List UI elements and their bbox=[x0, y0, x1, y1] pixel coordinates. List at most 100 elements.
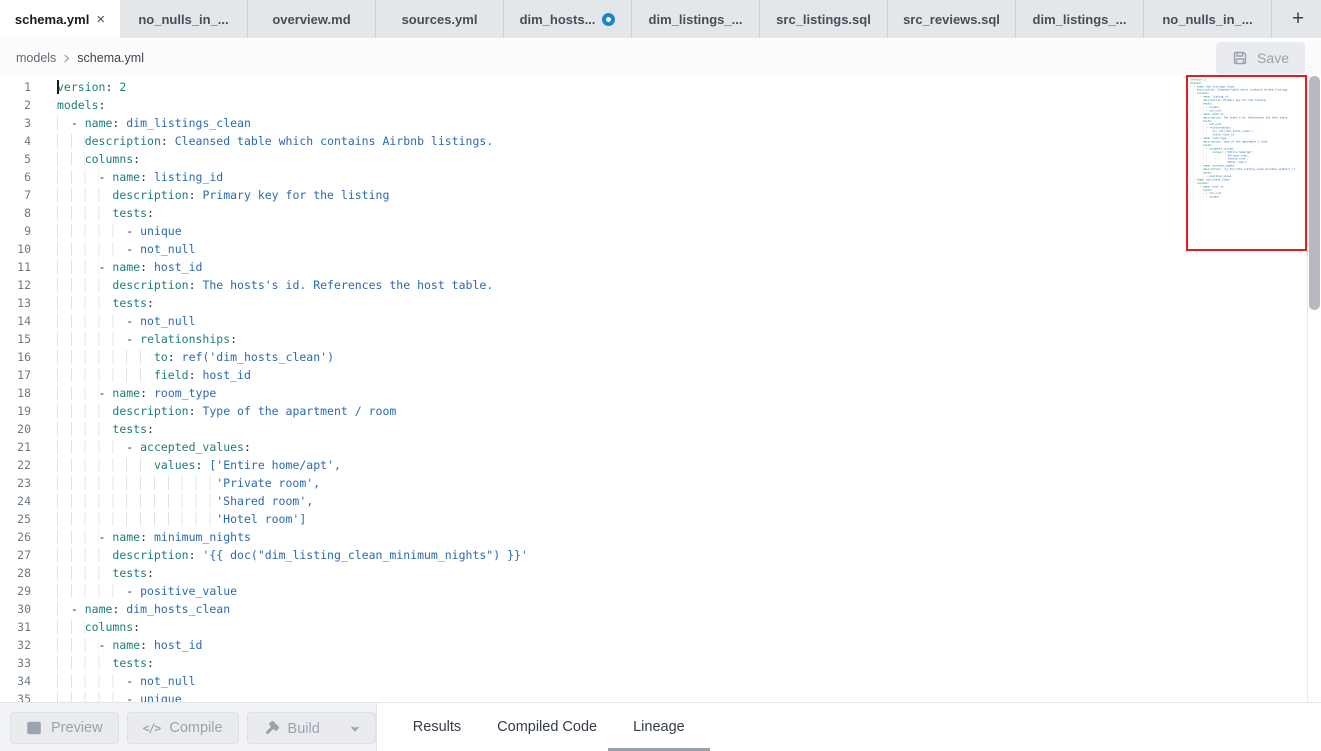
file-tab[interactable]: sources.yml bbox=[376, 0, 504, 38]
line-number: 32 bbox=[0, 636, 48, 654]
chevron-right-icon bbox=[62, 54, 71, 63]
new-tab-button[interactable]: + bbox=[1275, 0, 1321, 38]
line-content: description: The hosts's id. References … bbox=[48, 276, 493, 294]
editor-scrollbar[interactable] bbox=[1307, 75, 1321, 702]
code-line[interactable]: 20 tests: bbox=[0, 420, 1321, 438]
line-number: 3 bbox=[0, 114, 48, 132]
line-number: 1 bbox=[0, 78, 48, 96]
code-line[interactable]: 8 tests: bbox=[0, 204, 1321, 222]
save-label: Save bbox=[1257, 50, 1289, 66]
line-content: 'Hotel room'] bbox=[48, 510, 306, 528]
file-tab[interactable]: dim_listings_... bbox=[1016, 0, 1144, 38]
code-line[interactable]: 25 'Hotel room'] bbox=[0, 510, 1321, 528]
file-tab[interactable]: no_nulls_in_... bbox=[1144, 0, 1272, 38]
minimap-line: - unique bbox=[1191, 195, 1306, 198]
code-line[interactable]: 10 - not_null bbox=[0, 240, 1321, 258]
scrollbar-thumb[interactable] bbox=[1309, 76, 1320, 310]
line-content: tests: bbox=[48, 654, 154, 672]
line-content: - not_null bbox=[48, 240, 196, 258]
code-line[interactable]: 34 - not_null bbox=[0, 672, 1321, 690]
code-line[interactable]: 17 field: host_id bbox=[0, 366, 1321, 384]
line-content: - name: minimum_nights bbox=[48, 528, 251, 546]
compile-button[interactable]: </> Compile bbox=[127, 712, 239, 744]
line-content: - name: dim_listings_clean bbox=[48, 114, 251, 132]
build-button-group: Build bbox=[247, 712, 376, 744]
code-line[interactable]: 35 - unique bbox=[0, 690, 1321, 702]
text-cursor bbox=[57, 80, 59, 94]
file-tab[interactable]: schema.yml × bbox=[0, 0, 120, 38]
file-tab-label: dim_hosts... bbox=[520, 12, 596, 27]
code-line[interactable]: 27 description: '{{ doc("dim_listing_cle… bbox=[0, 546, 1321, 564]
file-tab-label: no_nulls_in_... bbox=[1162, 12, 1252, 27]
breadcrumb-item[interactable]: schema.yml bbox=[77, 51, 144, 65]
file-tab[interactable]: overview.md bbox=[248, 0, 376, 38]
code-line[interactable]: 13 tests: bbox=[0, 294, 1321, 312]
code-line[interactable]: 21 - accepted_values: bbox=[0, 438, 1321, 456]
line-content: tests: bbox=[48, 420, 154, 438]
breadcrumb-item[interactable]: models bbox=[16, 51, 56, 65]
save-button[interactable]: Save bbox=[1216, 42, 1305, 74]
code-line[interactable]: 11 - name: host_id bbox=[0, 258, 1321, 276]
line-number: 5 bbox=[0, 150, 48, 168]
file-tab-label: schema.yml bbox=[15, 12, 89, 27]
panel-tab-results[interactable]: Results bbox=[413, 703, 461, 751]
code-line[interactable]: 5 columns: bbox=[0, 150, 1321, 168]
code-line[interactable]: 15 - relationships: bbox=[0, 330, 1321, 348]
file-tab[interactable]: no_nulls_in_... bbox=[120, 0, 248, 38]
line-number: 12 bbox=[0, 276, 48, 294]
panel-tab-lineage[interactable]: Lineage bbox=[633, 703, 685, 751]
code-line[interactable]: 3 - name: dim_listings_clean bbox=[0, 114, 1321, 132]
code-line[interactable]: 31 columns: bbox=[0, 618, 1321, 636]
build-dropdown-button[interactable] bbox=[335, 713, 375, 745]
code-line[interactable]: 4 description: Cleansed table which cont… bbox=[0, 132, 1321, 150]
code-line[interactable]: 18 - name: room_type bbox=[0, 384, 1321, 402]
line-number: 18 bbox=[0, 384, 48, 402]
line-content: columns: bbox=[48, 150, 140, 168]
line-content: models: bbox=[48, 96, 105, 114]
line-content: - name: room_type bbox=[48, 384, 216, 402]
code-line[interactable]: 30 - name: dim_hosts_clean bbox=[0, 600, 1321, 618]
line-number: 16 bbox=[0, 348, 48, 366]
line-number: 19 bbox=[0, 402, 48, 420]
line-content: 'Private room', bbox=[48, 474, 320, 492]
code-line[interactable]: 12 description: The hosts's id. Referenc… bbox=[0, 276, 1321, 294]
line-content: tests: bbox=[48, 564, 154, 582]
action-buttons: Preview </> Compile Build bbox=[0, 703, 376, 751]
line-number: 13 bbox=[0, 294, 48, 312]
code-line[interactable]: 2models: bbox=[0, 96, 1321, 114]
file-tab-label: dim_listings_... bbox=[649, 12, 743, 27]
code-line[interactable]: 23 'Private room', bbox=[0, 474, 1321, 492]
minimap-viewport: version: 2models: - name: dim_listings_c… bbox=[1186, 75, 1307, 251]
code-line[interactable]: 7 description: Primary key for the listi… bbox=[0, 186, 1321, 204]
code-line[interactable]: 29 - positive_value bbox=[0, 582, 1321, 600]
code-line[interactable]: 33 tests: bbox=[0, 654, 1321, 672]
file-tab[interactable]: src_listings.sql bbox=[760, 0, 888, 38]
code-line[interactable]: 19 description: Type of the apartment / … bbox=[0, 402, 1321, 420]
code-line[interactable]: 16 to: ref('dim_hosts_clean') bbox=[0, 348, 1321, 366]
line-number: 25 bbox=[0, 510, 48, 528]
line-content: version: 2 bbox=[48, 78, 126, 96]
code-line[interactable]: 26 - name: minimum_nights bbox=[0, 528, 1321, 546]
code-line[interactable]: 32 - name: host_id bbox=[0, 636, 1321, 654]
code-area[interactable]: 1version: 22models:3 - name: dim_listing… bbox=[0, 78, 1321, 702]
code-editor[interactable]: 1version: 22models:3 - name: dim_listing… bbox=[0, 78, 1321, 702]
line-number: 4 bbox=[0, 132, 48, 150]
preview-button[interactable]: Preview bbox=[10, 712, 119, 744]
code-line[interactable]: 22 values: ['Entire home/apt', bbox=[0, 456, 1321, 474]
breadcrumb-row: models schema.yml Save bbox=[0, 38, 1321, 78]
file-tab[interactable]: dim_listings_... bbox=[632, 0, 760, 38]
code-line[interactable]: 28 tests: bbox=[0, 564, 1321, 582]
file-tab[interactable]: dim_hosts... bbox=[504, 0, 632, 38]
code-line[interactable]: 24 'Shared room', bbox=[0, 492, 1321, 510]
line-number: 2 bbox=[0, 96, 48, 114]
code-line[interactable]: 6 - name: listing_id bbox=[0, 168, 1321, 186]
code-line[interactable]: 9 - unique bbox=[0, 222, 1321, 240]
code-line[interactable]: 14 - not_null bbox=[0, 312, 1321, 330]
line-number: 9 bbox=[0, 222, 48, 240]
line-number: 31 bbox=[0, 618, 48, 636]
close-icon[interactable]: × bbox=[96, 12, 105, 27]
file-tab[interactable]: src_reviews.sql bbox=[888, 0, 1016, 38]
build-button[interactable]: Build bbox=[248, 713, 335, 745]
panel-tab-compiled-code[interactable]: Compiled Code bbox=[497, 703, 597, 751]
code-line[interactable]: 1version: 2 bbox=[0, 78, 1321, 96]
